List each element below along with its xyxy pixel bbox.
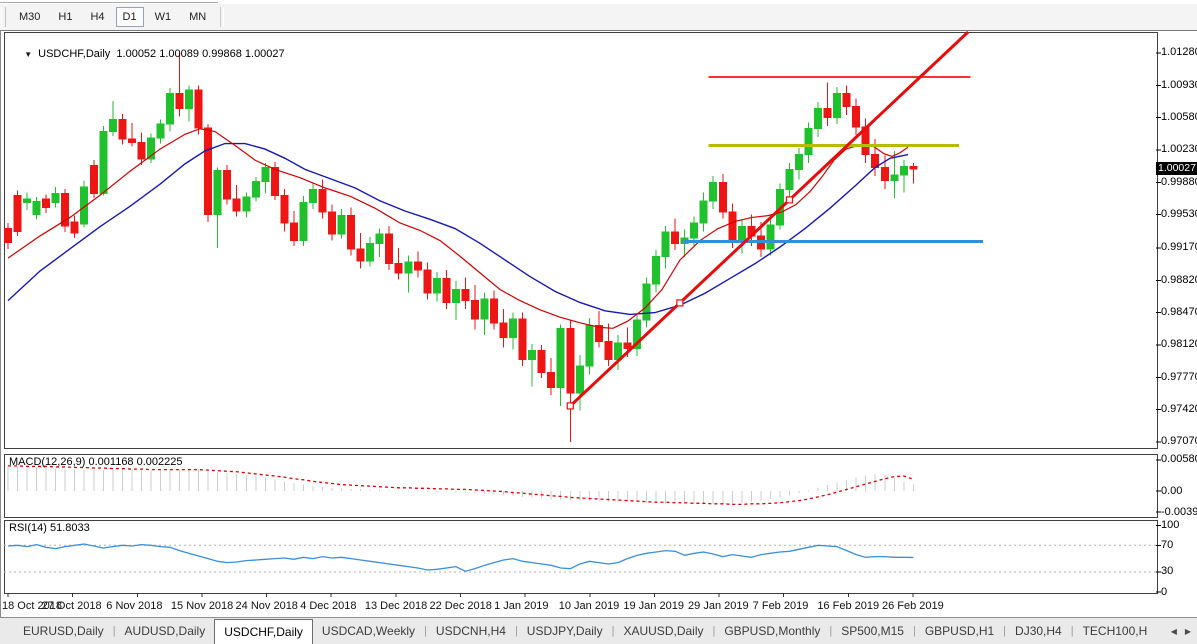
chart-title: ▼ USDCHF,Daily 1.00052 1.00089 0.99868 1.… xyxy=(12,36,285,72)
tab-gbpusd[interactable]: GBPUSD,H1 xyxy=(916,618,1003,644)
date-axis-label: 24 Nov 2018 xyxy=(236,600,298,612)
tab-xauusd[interactable]: XAUUSD,Daily xyxy=(614,618,712,644)
price-axis-label: 0.97420 xyxy=(1161,403,1197,415)
rsi-panel[interactable] xyxy=(4,520,1158,594)
panel-splitter[interactable] xyxy=(0,514,1197,519)
dropdown-icon[interactable]: ▼ xyxy=(24,50,32,59)
tab-usdchf[interactable]: USDCHF,Daily xyxy=(214,619,313,644)
tab-scroll-right-icon[interactable]: ▶ xyxy=(1185,627,1191,636)
ohlc-high: 1.00089 xyxy=(159,48,199,60)
rsi-axis-label: 0 xyxy=(1161,586,1167,598)
timeframe-button-m30[interactable]: M30 xyxy=(12,7,47,27)
tab-eurusd[interactable]: EURUSD,Daily xyxy=(14,618,113,644)
toolbar-separator xyxy=(220,7,224,27)
timeframe-button-h1[interactable]: H1 xyxy=(51,7,79,27)
timeframe-button-h4[interactable]: H4 xyxy=(83,7,111,27)
price-axis-label: 0.98120 xyxy=(1161,338,1197,350)
date-axis-label: 13 Dec 2018 xyxy=(365,600,427,612)
macd-axis-label: 0.00 xyxy=(1161,485,1182,497)
mt4-window: M30H1H4D1W1MN ▼ USDCHF,Daily 1.00052 1.00… xyxy=(0,0,1197,644)
tab-tech100[interactable]: TECH100,H xyxy=(1074,618,1157,644)
date-axis-label: 29 Jan 2019 xyxy=(688,600,749,612)
macd-main-value: 0.001168 xyxy=(88,456,133,468)
tab-scroll-left-icon[interactable]: ◀ xyxy=(1171,627,1177,636)
rsi-value: 51.8033 xyxy=(50,522,90,534)
date-axis-label: 7 Feb 2019 xyxy=(753,600,809,612)
date-axis-label: 15 Nov 2018 xyxy=(171,600,233,612)
ohlc-close: 1.00027 xyxy=(245,48,285,60)
tab-usdcnh[interactable]: USDCNH,H4 xyxy=(427,618,515,644)
tab-gbpusd[interactable]: GBPUSD,Monthly xyxy=(715,618,829,644)
rsi-axis-label: 100 xyxy=(1161,519,1179,531)
macd-axis-label: 0.005802 xyxy=(1161,453,1197,465)
price-axis-label: 0.98820 xyxy=(1161,274,1197,286)
main-chart-panel[interactable] xyxy=(4,32,1158,449)
date-axis-label: 10 Jan 2019 xyxy=(559,600,620,612)
rsi-axis-label: 70 xyxy=(1161,539,1173,551)
timeframe-button-w1[interactable]: W1 xyxy=(148,7,179,27)
tab-usdjpy[interactable]: USDJPY,Daily xyxy=(518,618,612,644)
toolbar-grip[interactable] xyxy=(1,7,6,27)
toolbar-edge-line xyxy=(0,2,218,3)
macd-indicator-label: MACD(12,26,9) 0.001168 0.002225 xyxy=(9,456,183,468)
chart-region xyxy=(0,30,1197,618)
date-axis-label: 26 Feb 2019 xyxy=(882,600,944,612)
panel-splitter[interactable] xyxy=(0,446,1197,451)
price-axis-label: 1.00230 xyxy=(1161,143,1197,155)
date-axis-label: 1 Jan 2019 xyxy=(494,600,548,612)
price-axis-label: 1.00580 xyxy=(1161,111,1197,123)
tab-scroll-arrows: ◀ ▶ xyxy=(1171,618,1197,644)
timeframe-button-d1[interactable]: D1 xyxy=(116,7,144,27)
price-axis-label: 1.01280 xyxy=(1161,46,1197,58)
timeframe-button-mn[interactable]: MN xyxy=(182,7,213,27)
tab-sp500[interactable]: SP500,M15 xyxy=(832,618,913,644)
rsi-axis-label: 30 xyxy=(1161,565,1173,577)
timeframe-toolbar: M30H1H4D1W1MN xyxy=(0,4,1197,31)
chart-symbol-label: USDCHF,Daily xyxy=(38,48,110,60)
date-axis-label: 6 Nov 2018 xyxy=(106,600,162,612)
symbol-tabbar: EURUSD,Daily|AUDUSD,DailyUSDCHF,DailyUSD… xyxy=(0,617,1197,644)
rsi-indicator-label: RSI(14) 51.8033 xyxy=(9,522,90,534)
price-axis-label: 0.99170 xyxy=(1161,241,1197,253)
price-axis-label: 0.97770 xyxy=(1161,371,1197,383)
date-axis-label: 4 Dec 2018 xyxy=(300,600,356,612)
tab-audusd[interactable]: AUDUSD,Daily xyxy=(116,618,215,644)
current-price-tag: 1.00027 xyxy=(1156,162,1197,175)
tab-dj30[interactable]: DJ30,H4 xyxy=(1006,618,1071,644)
price-axis-label: 0.99530 xyxy=(1161,208,1197,220)
date-axis-label: 19 Jan 2019 xyxy=(623,600,684,612)
price-axis-label: 0.99880 xyxy=(1161,176,1197,188)
date-axis-label: 16 Feb 2019 xyxy=(817,600,879,612)
macd-signal-value: 0.002225 xyxy=(137,456,183,468)
ohlc-open: 1.00052 xyxy=(116,48,156,60)
tab-usdcad[interactable]: USDCAD,Weekly xyxy=(313,618,424,644)
price-axis-label: 1.00930 xyxy=(1161,79,1197,91)
date-axis-label: 27 Oct 2018 xyxy=(42,600,102,612)
ohlc-low: 0.99868 xyxy=(202,48,242,60)
price-axis-label: 0.98470 xyxy=(1161,306,1197,318)
date-axis-label: 22 Dec 2018 xyxy=(429,600,491,612)
